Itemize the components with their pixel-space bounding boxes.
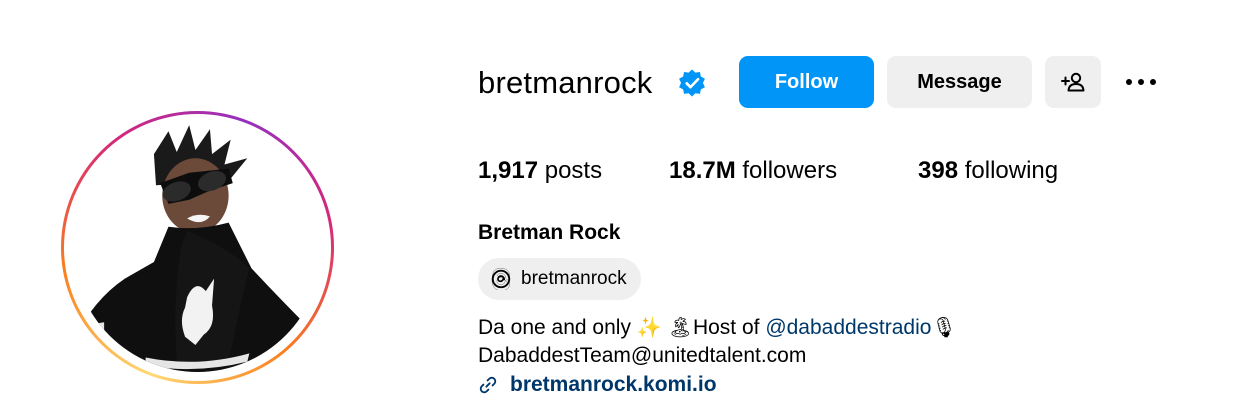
avatar-gap <box>64 114 331 381</box>
verified-badge-icon <box>679 69 705 97</box>
threads-icon <box>491 268 511 290</box>
more-options-icon-dot <box>1138 79 1144 85</box>
microphone-emoji: 🎙 <box>931 315 957 339</box>
followers-label: followers <box>742 157 838 184</box>
following-stat[interactable]: 398 following <box>918 156 1058 186</box>
full-name: Bretman Rock <box>478 221 621 244</box>
external-link[interactable]: bretmanrock.komi.io <box>478 371 717 399</box>
external-link-text: bretmanrock.komi.io <box>510 373 717 396</box>
sparkles-emoji: ✨ <box>636 315 662 339</box>
followers-stat[interactable]: 18.7M followers <box>669 156 837 186</box>
bio-line-1: Da one and only ✨ 🏝Host of @dabaddestrad… <box>478 313 957 342</box>
username: bretmanrock <box>478 65 653 100</box>
posts-stat: 1,917 posts <box>478 156 602 186</box>
add-user-icon <box>1061 72 1085 92</box>
more-options-icon-dot <box>1150 79 1156 85</box>
bio-intro: Da one and only <box>478 316 631 339</box>
following-count: 398 <box>918 157 959 184</box>
followers-count: 18.7M <box>669 157 736 184</box>
threads-handle: bretmanrock <box>521 268 627 289</box>
suggested-accounts-button[interactable] <box>1045 56 1101 108</box>
bio-email: DabaddestTeam@unitedtalent.com <box>478 344 807 367</box>
message-button[interactable]: Message <box>887 56 1032 108</box>
posts-count: 1,917 <box>478 157 539 184</box>
mention-link[interactable]: @dabaddestradio <box>765 316 931 339</box>
story-ring[interactable] <box>61 111 334 384</box>
profile-photo <box>73 123 322 372</box>
bio-host-of: Host of <box>692 316 760 339</box>
profile-header: bretmanrock Follow Message 1,917 posts 1… <box>0 0 1254 409</box>
link-icon <box>479 376 497 394</box>
threads-badge[interactable]: bretmanrock <box>478 258 641 300</box>
island-emoji: 🏝 <box>667 315 693 339</box>
following-label: following <box>964 157 1059 184</box>
avatar[interactable] <box>73 123 322 372</box>
follow-button[interactable]: Follow <box>739 56 874 108</box>
more-options-icon <box>1126 79 1132 85</box>
more-options-button[interactable] <box>1118 64 1164 100</box>
posts-label: posts <box>544 157 603 184</box>
